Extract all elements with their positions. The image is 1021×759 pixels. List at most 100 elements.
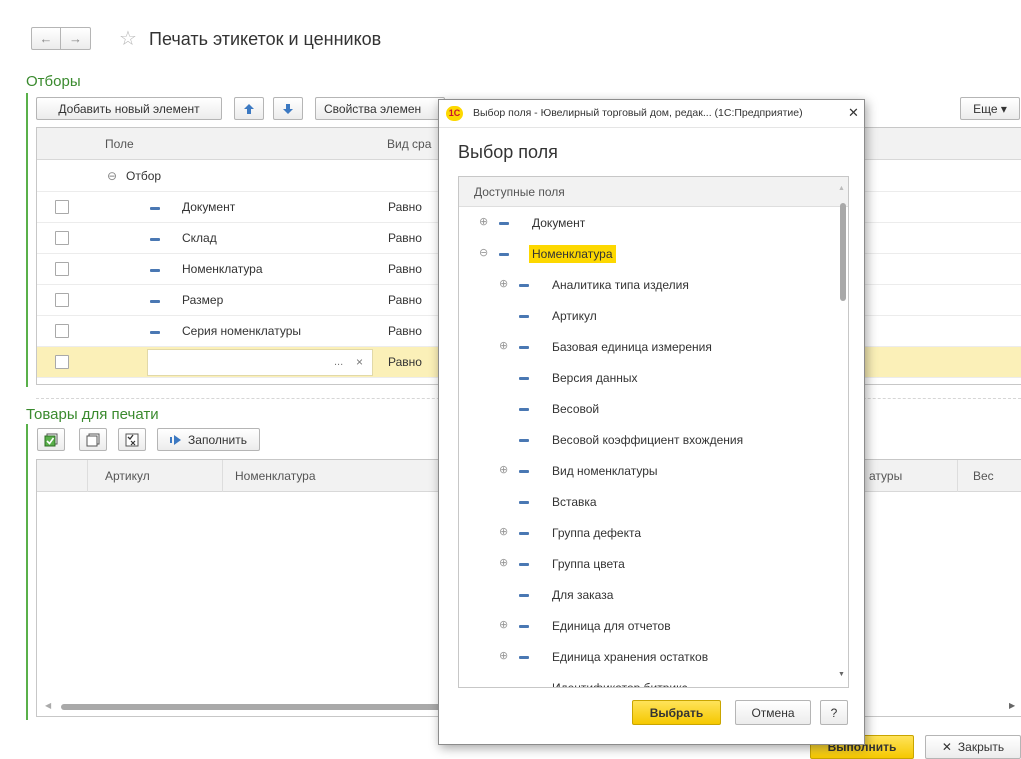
- move-down-button[interactable]: [273, 97, 303, 120]
- field-dash-icon: [499, 253, 509, 256]
- invert-check-button[interactable]: [118, 428, 146, 451]
- collapse-icon[interactable]: ⊖: [107, 169, 117, 183]
- column-article: Артикул: [105, 469, 150, 483]
- close-form-label: Закрыть: [957, 740, 1005, 754]
- expand-icon[interactable]: ⊕: [499, 649, 508, 662]
- tree-item-label: Весовой: [552, 402, 600, 416]
- help-button[interactable]: ?: [820, 700, 848, 725]
- favorite-star-icon[interactable]: ☆: [119, 26, 137, 51]
- select-label: Выбрать: [649, 705, 704, 720]
- filter-row-field: Склад: [182, 231, 217, 245]
- app-logo-icon: 1С: [446, 106, 463, 121]
- filter-row-checkbox[interactable]: [55, 324, 69, 338]
- tree-item-label: Номенклатура: [529, 245, 616, 263]
- column-weight: Вес: [973, 469, 994, 483]
- tree-item[interactable]: Весовой коэффициент вхождения: [459, 425, 848, 456]
- filter-row-field: Номенклатура: [182, 262, 263, 276]
- clear-icon[interactable]: ×: [356, 355, 363, 369]
- tree-header-label: Доступные поля: [474, 185, 565, 199]
- field-dash-icon: [519, 408, 529, 411]
- filter-row-field: Серия номенклатуры: [182, 324, 301, 338]
- ellipsis-button[interactable]: ...: [334, 356, 343, 368]
- field-value-input[interactable]: ... ×: [147, 349, 373, 376]
- cancel-label: Отмена: [751, 705, 795, 720]
- filter-row-checkbox[interactable]: [55, 293, 69, 307]
- expand-icon[interactable]: ⊕: [479, 215, 488, 228]
- horizontal-scrollbar-thumb[interactable]: [61, 704, 441, 710]
- select-button[interactable]: Выбрать: [632, 700, 721, 725]
- filter-row-field: Документ: [182, 200, 236, 214]
- expand-icon[interactable]: ⊕: [499, 525, 508, 538]
- tree-item[interactable]: ⊕ Документ: [459, 208, 848, 239]
- filter-row-comparison: Равно: [388, 355, 422, 369]
- scroll-up-arrow[interactable]: ▲: [838, 185, 845, 192]
- fill-label: Заполнить: [188, 432, 247, 447]
- tree-item[interactable]: Для заказа: [459, 580, 848, 611]
- filter-group-label: Отбор: [126, 169, 162, 183]
- field-dash-icon: [499, 222, 509, 225]
- more-button[interactable]: Еще ▾: [960, 97, 1020, 120]
- tree-item[interactable]: ⊖ Номенклатура: [459, 239, 848, 270]
- move-up-button[interactable]: [234, 97, 264, 120]
- tree-item[interactable]: ⊕ Группа цвета: [459, 549, 848, 580]
- add-element-button[interactable]: Добавить новый элемент: [36, 97, 222, 120]
- header-divider: [957, 460, 958, 492]
- add-element-label: Добавить новый элемент: [58, 101, 200, 116]
- filter-row-comparison: Равно: [388, 231, 422, 245]
- field-dash-icon: [519, 439, 529, 442]
- tree-item[interactable]: ⊕ Аналитика типа изделия: [459, 270, 848, 301]
- back-button[interactable]: ←: [31, 27, 61, 50]
- close-form-button[interactable]: ✕ Закрыть: [925, 735, 1021, 759]
- expand-icon[interactable]: ⊕: [499, 339, 508, 352]
- filter-row-checkbox[interactable]: [55, 355, 69, 369]
- expand-icon[interactable]: ⊕: [499, 556, 508, 569]
- tree-item[interactable]: Весовой: [459, 394, 848, 425]
- field-selection-dialog: 1С Выбор поля - Ювелирный торговый дом, …: [438, 99, 865, 745]
- uncheck-all-button[interactable]: [79, 428, 107, 451]
- field-dash-icon: [519, 284, 529, 287]
- filter-row-checkbox[interactable]: [55, 231, 69, 245]
- tree-item-label: Группа дефекта: [552, 526, 642, 540]
- check-all-button[interactable]: [37, 428, 65, 451]
- field-dash-icon: [519, 315, 529, 318]
- close-x-icon: ✕: [941, 740, 952, 754]
- tree-item-label: Версия данных: [552, 371, 638, 385]
- column-nomenclature-tail: атуры: [869, 469, 903, 483]
- scroll-right-arrow[interactable]: ▶: [1009, 701, 1015, 710]
- tree-item[interactable]: ⊕ Вид номенклатуры: [459, 456, 848, 487]
- expand-icon[interactable]: ⊕: [499, 463, 508, 476]
- expand-icon[interactable]: ⊕: [499, 277, 508, 290]
- cancel-button[interactable]: Отмена: [735, 700, 811, 725]
- header-divider: [87, 460, 88, 492]
- tree-header: Доступные поля: [459, 177, 848, 207]
- fill-button[interactable]: Заполнить: [157, 428, 260, 451]
- filters-section-bar: [26, 93, 28, 387]
- back-arrow-icon: ←: [39, 31, 53, 46]
- header-divider: [222, 460, 223, 492]
- tree-item[interactable]: ⊕ Группа дефекта: [459, 518, 848, 549]
- field-dash-icon: [519, 501, 529, 504]
- goods-section-title: Товары для печати: [26, 406, 159, 423]
- fill-play-icon: [170, 434, 182, 445]
- filter-row-checkbox[interactable]: [55, 200, 69, 214]
- tree-item[interactable]: ⊕ Единица для отчетов: [459, 611, 848, 642]
- forward-button[interactable]: →: [61, 27, 91, 50]
- forward-arrow-icon: →: [69, 31, 82, 46]
- tree-item-label: Базовая единица измерения: [552, 340, 712, 354]
- tree-item[interactable]: Артикул: [459, 301, 848, 332]
- scroll-left-arrow[interactable]: ◀: [45, 701, 51, 710]
- filter-row-comparison: Равно: [388, 293, 422, 307]
- dialog-close-icon[interactable]: ✕: [848, 105, 859, 121]
- element-properties-button[interactable]: Свойства элемен: [315, 97, 445, 120]
- tree-item[interactable]: ⊕ Базовая единица измерения: [459, 332, 848, 363]
- tree-item[interactable]: ⊕ Единица хранения остатков: [459, 642, 848, 673]
- filter-row-checkbox[interactable]: [55, 262, 69, 276]
- expand-icon[interactable]: ⊕: [499, 618, 508, 631]
- filter-row-field: Размер: [182, 293, 224, 307]
- field-dash-icon: [150, 238, 160, 241]
- tree-item[interactable]: Идентификатор битрикс: [459, 673, 848, 687]
- tree-item[interactable]: Вставка: [459, 487, 848, 518]
- more-label: Еще ▾: [973, 101, 1007, 116]
- collapse-icon[interactable]: ⊖: [479, 246, 488, 259]
- tree-item[interactable]: Версия данных: [459, 363, 848, 394]
